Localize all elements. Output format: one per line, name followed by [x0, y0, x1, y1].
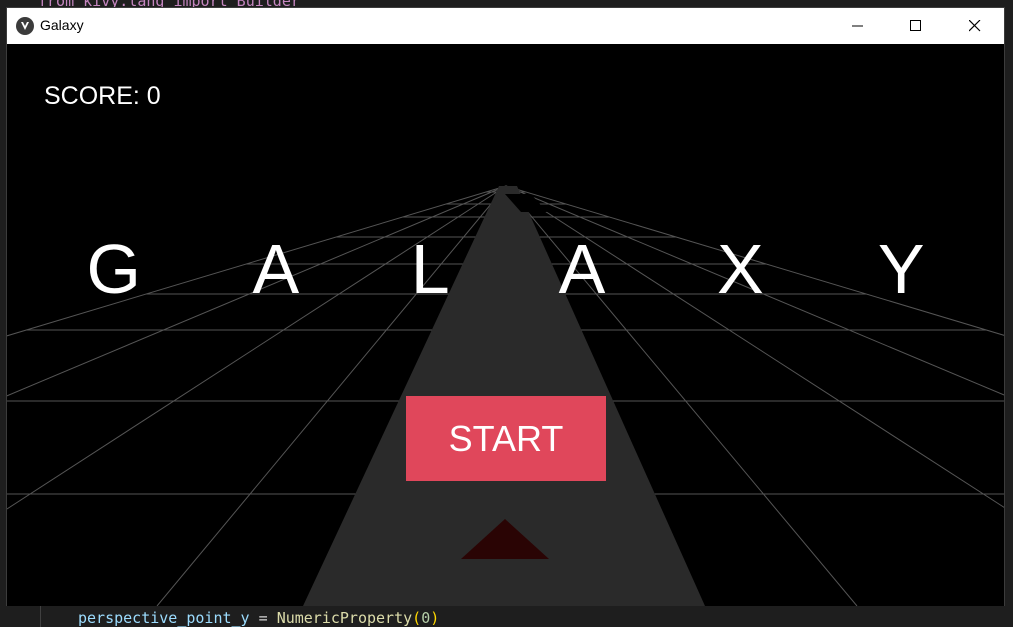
code-paren-open: (: [412, 609, 422, 627]
close-button[interactable]: [946, 8, 1004, 44]
code-line-bottom: perspective_point_y = NumericProperty(0): [0, 606, 1013, 627]
title-bar[interactable]: Galaxy: [7, 8, 1004, 44]
code-number: 0: [421, 609, 431, 627]
app-window: Galaxy SCORE: 0 G A L A X Y START: [6, 7, 1005, 606]
game-scene: [7, 185, 1004, 606]
indent-guide: [40, 606, 41, 627]
code-line-text: perspective_point_y = NumericProperty(0): [78, 609, 439, 627]
code-paren-close: ): [430, 609, 440, 627]
kivy-logo-icon: [16, 17, 34, 35]
code-identifier: perspective_point_y: [78, 609, 250, 627]
minimize-icon: [852, 25, 863, 27]
window-title: Galaxy: [40, 17, 84, 33]
score-label: SCORE: 0: [44, 82, 161, 110]
minimize-button[interactable]: [829, 8, 887, 44]
game-title: G A L A X Y: [86, 230, 973, 308]
game-canvas[interactable]: SCORE: 0 G A L A X Y START: [7, 44, 1004, 606]
start-button[interactable]: START: [406, 396, 606, 481]
maximize-icon: [910, 20, 921, 31]
maximize-button[interactable]: [887, 8, 945, 44]
code-function: NumericProperty: [276, 609, 413, 627]
code-operator: =: [249, 609, 277, 627]
close-icon: [969, 20, 981, 32]
